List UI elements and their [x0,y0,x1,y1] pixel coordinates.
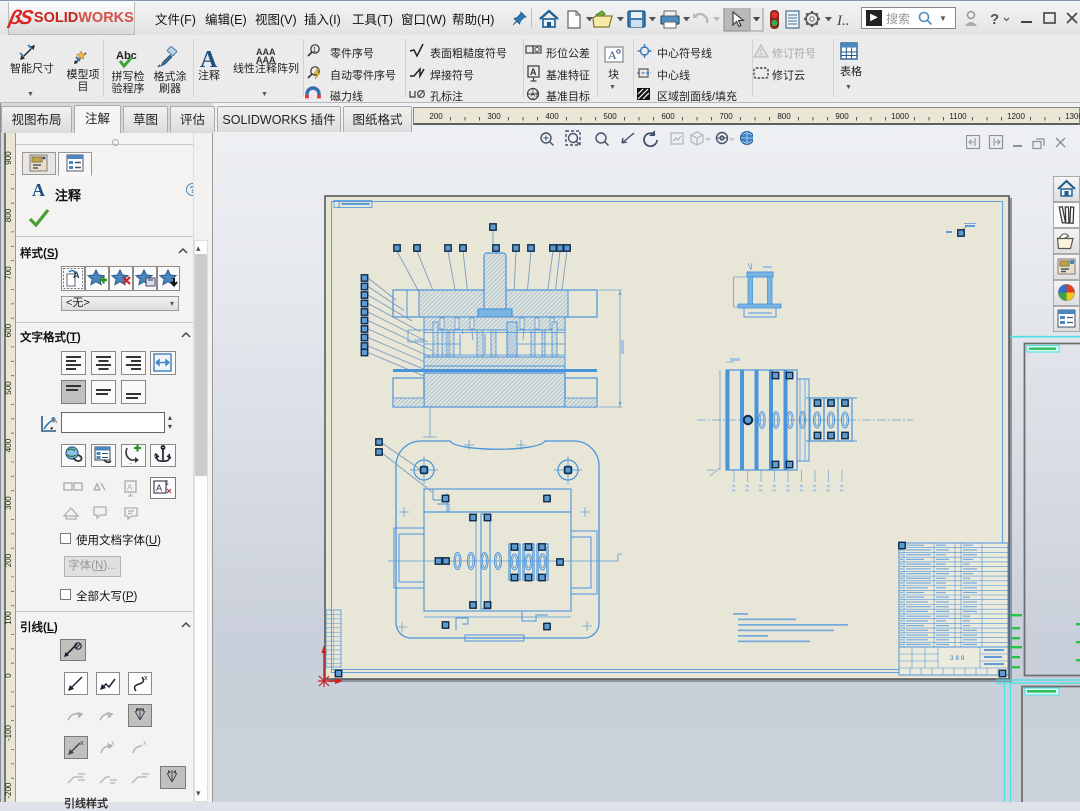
svg-text:0: 0 [4,673,13,678]
svg-text:-100: -100 [4,724,13,741]
svg-text:Abc: Abc [116,50,137,62]
svg-text:x: x [143,740,147,747]
svg-text:x: x [80,740,84,747]
svg-text:x: x [144,675,148,682]
svg-text:A1: A1 [530,92,539,99]
svg-text:A: A [156,483,162,493]
svg-text:500: 500 [4,381,13,395]
svg-text:700: 700 [4,266,13,280]
svg-text:1: 1 [313,47,317,54]
svg-text:800: 800 [4,208,13,222]
svg-text:900: 900 [4,151,13,165]
svg-text:600: 600 [4,323,13,337]
svg-text:100: 100 [4,611,13,625]
svg-text:A: A [53,419,57,425]
svg-text:A: A [530,67,537,77]
svg-text:..: .. [129,460,133,466]
svg-text:1: 1 [759,48,764,57]
svg-text:400: 400 [4,438,13,452]
svg-text:3 8 8: 3 8 8 [950,655,965,662]
svg-text:?: ? [990,11,999,28]
svg-text:A: A [127,483,133,492]
svg-text:-200: -200 [4,782,13,799]
svg-text:x: x [111,740,115,747]
svg-text:I..: I.. [836,13,850,29]
svg-text:1: 1 [165,480,169,487]
svg-text:A: A [608,48,617,62]
svg-text:300: 300 [4,496,13,510]
svg-text:200: 200 [4,553,13,567]
